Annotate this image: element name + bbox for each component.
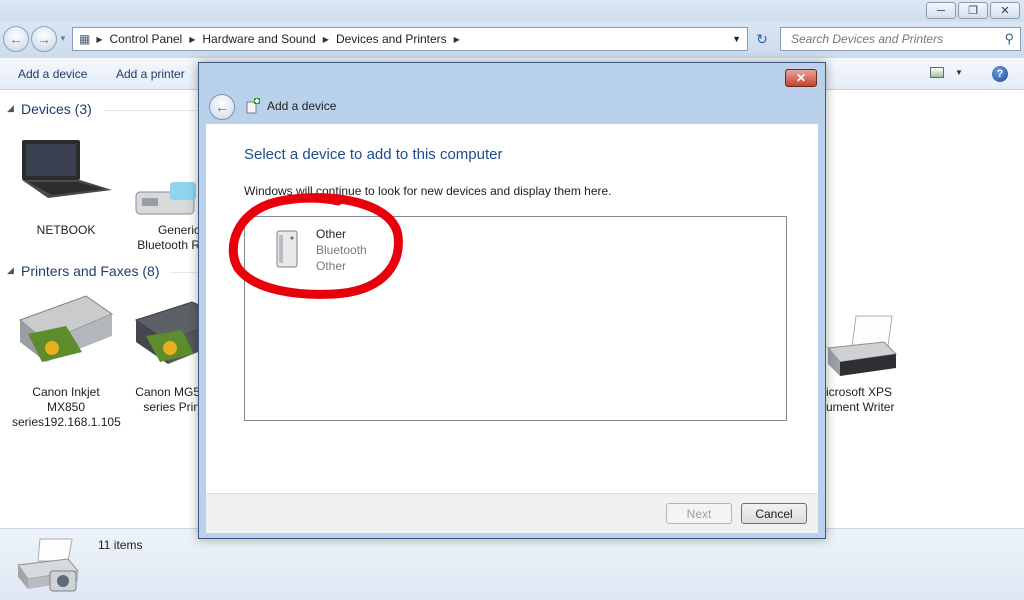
recent-pages-chevron-icon[interactable]: ▼ <box>59 34 67 43</box>
printer-mx850-icon[interactable] <box>16 292 114 372</box>
add-device-button[interactable]: Add a device <box>18 67 87 81</box>
search-input[interactable] <box>789 31 993 47</box>
search-icon[interactable]: ⚲ <box>1004 31 1020 47</box>
search-box[interactable]: ⚲ <box>780 27 1021 51</box>
printer-label-xps[interactable]: icrosoft XPS ument Writer <box>826 385 898 415</box>
breadcrumb-arrow-icon[interactable]: ▶ <box>187 35 197 44</box>
dialog-back-icon[interactable]: ← <box>209 94 235 120</box>
breadcrumb-control-panel[interactable]: Control Panel <box>105 32 188 46</box>
group-divider <box>170 272 200 273</box>
collapse-printers-icon[interactable]: ◢ <box>7 265 14 276</box>
control-panel-icon: ▦ <box>79 32 91 46</box>
cancel-button[interactable]: Cancel <box>741 503 807 524</box>
item-count: 11 items <box>98 538 143 552</box>
refresh-icon[interactable]: ↻ <box>750 27 774 51</box>
printer-mg5-icon[interactable] <box>132 296 200 374</box>
add-device-wizard-icon <box>245 98 261 114</box>
navigation-bar: ← → ▼ ▦ ▶ Control Panel ▶ Hardware and S… <box>0 22 1024 58</box>
printers-group-header[interactable]: Printers and Faxes (8) <box>21 263 160 279</box>
xps-document-writer-icon[interactable] <box>826 312 898 382</box>
bluetooth-adapter-icon[interactable] <box>134 174 200 222</box>
change-view-icon[interactable] <box>930 67 944 78</box>
window-titlebar: ─ ❐ ✕ <box>0 0 1024 22</box>
dialog-heading: Select a device to add to this computer <box>244 146 503 163</box>
address-dropdown-icon[interactable]: ▼ <box>726 34 747 44</box>
dialog-title: Add a device <box>267 99 337 113</box>
forward-icon[interactable]: → <box>31 26 57 52</box>
breadcrumb-arrow-icon[interactable]: ▶ <box>452 35 462 44</box>
close-icon[interactable]: ✕ <box>990 2 1020 19</box>
minimize-icon[interactable]: ─ <box>926 2 956 19</box>
add-printer-button[interactable]: Add a printer <box>116 67 185 81</box>
collapse-devices-icon[interactable]: ◢ <box>7 103 14 114</box>
printer-label-mg5[interactable]: Canon MG5 series Prin <box>132 385 200 415</box>
device-label-netbook[interactable]: NETBOOK <box>14 223 118 238</box>
breadcrumb-hardware-and-sound[interactable]: Hardware and Sound <box>197 32 320 46</box>
breadcrumb-devices-and-printers[interactable]: Devices and Printers <box>331 32 452 46</box>
breadcrumb-arrow-icon[interactable]: ▶ <box>94 35 104 44</box>
netbook-icon[interactable] <box>18 138 114 202</box>
breadcrumb-arrow-icon[interactable]: ▶ <box>321 35 331 44</box>
back-icon[interactable]: ← <box>3 26 29 52</box>
dialog-footer: Next Cancel <box>206 493 818 533</box>
address-bar[interactable]: ▦ ▶ Control Panel ▶ Hardware and Sound ▶… <box>72 27 748 51</box>
view-dropdown-icon[interactable]: ▼ <box>955 68 963 77</box>
annotation-circle <box>228 193 403 299</box>
dialog-content: Select a device to add to this computer … <box>206 124 818 493</box>
printer-devices-icon <box>16 537 82 595</box>
dialog-close-icon[interactable]: ✕ <box>785 69 817 87</box>
device-label-generic-bluetooth[interactable]: Generic Bluetooth R <box>136 223 200 253</box>
printer-label-mx850[interactable]: Canon Inkjet MX850 series192.168.1.105 <box>12 385 121 430</box>
help-icon[interactable]: ? <box>992 66 1008 82</box>
devices-group-header[interactable]: Devices (3) <box>21 101 92 117</box>
restore-icon[interactable]: ❐ <box>958 2 988 19</box>
group-divider <box>104 110 200 111</box>
next-button[interactable]: Next <box>666 503 732 524</box>
